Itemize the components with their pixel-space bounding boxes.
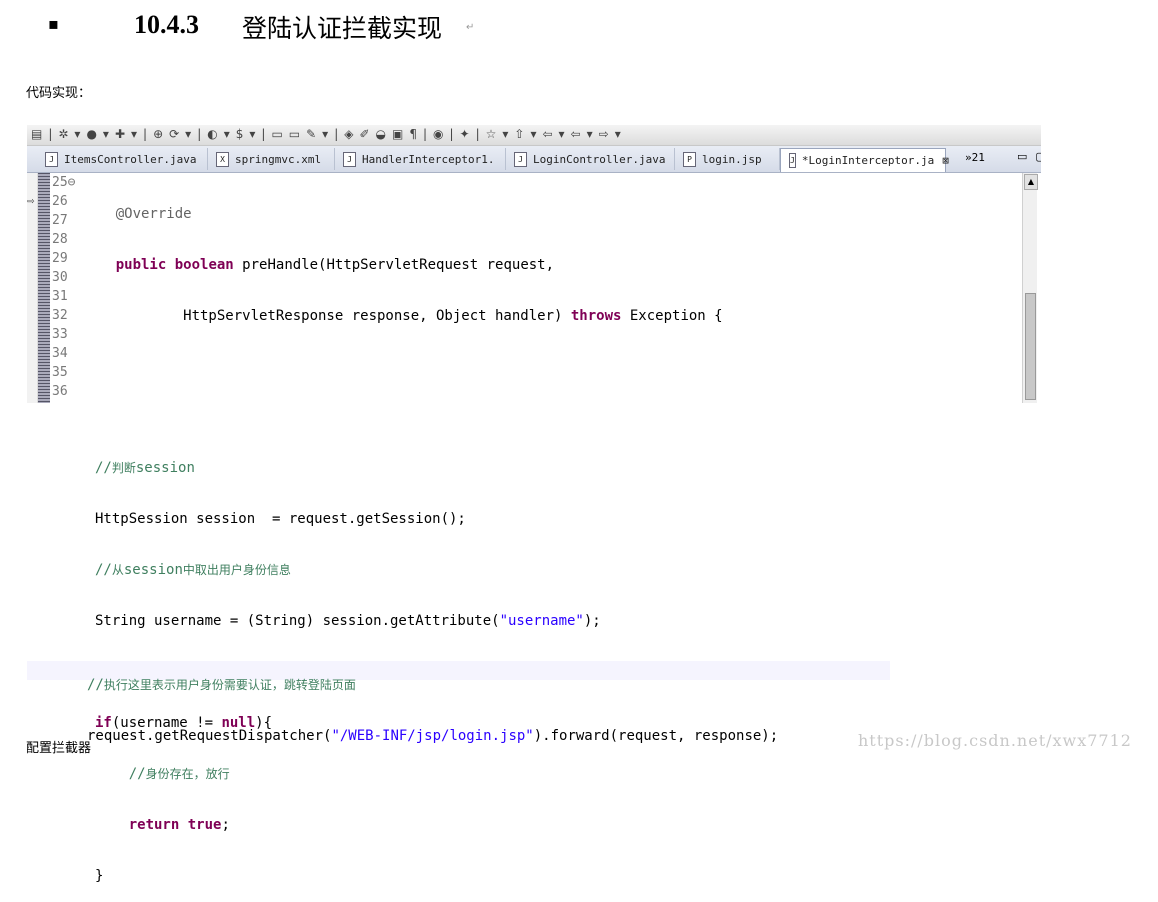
tab-login-jsp[interactable]: P login.jsp (675, 148, 780, 170)
intro-label: 代码实现： (26, 86, 92, 101)
override-marker-icon: ⇨ (27, 197, 35, 207)
heading-bullet: ▪ (48, 14, 59, 33)
java-file-icon: J (789, 153, 796, 168)
tab-login-interceptor[interactable]: J *LoginInterceptor.ja ⊠ (780, 148, 949, 172)
paragraph-mark-icon: ↵ (466, 22, 475, 33)
xml-file-icon: X (216, 151, 229, 167)
tab-label: login.jsp (702, 152, 762, 166)
tab-label: *LoginInterceptor.ja (801, 154, 935, 167)
java-file-icon: J (514, 151, 527, 167)
ide-toolbar: ▤|✲▾●▾✚▾|⊕⟳▾|◐▾$▾|▭▭✎▾|◈✐◒▣¶|◉|✦|☆▾⇧▾⇦▾⇦… (27, 125, 1041, 146)
code-line: HttpServletResponse response, Object han… (82, 308, 723, 324)
config-label: 配置拦截器 (26, 741, 92, 756)
vertical-scrollbar[interactable]: ▲ (1022, 173, 1038, 403)
editor-tab-bar: J ItemsController.java X springmvc.xml J… (27, 146, 1041, 173)
scroll-thumb[interactable] (1025, 293, 1036, 400)
code-line: //从session中取出用户身份信息 (95, 562, 291, 578)
code-editor[interactable]: ⇨ 25⊖ 26 27 28 29 30 31 32 33 34 35 36 @… (27, 173, 1041, 403)
java-file-icon: J (45, 151, 58, 167)
code-text[interactable]: @Override public boolean preHandle(HttpS… (82, 173, 723, 403)
tab-label: LoginController.java (533, 152, 666, 166)
java-file-icon: J (343, 151, 356, 167)
tab-overflow-button[interactable]: »21 (965, 151, 985, 164)
tab-label: ItemsController.java (64, 152, 197, 166)
jsp-file-icon: P (683, 151, 696, 167)
close-icon[interactable]: ⊠ (942, 154, 949, 167)
code-line: request.getRequestDispatcher("/WEB-INF/j… (87, 728, 779, 744)
code-line: //执行这里表示用户身份需要认证，跳转登陆页面 (87, 677, 356, 693)
code-line: String username = (String) session.getAt… (95, 613, 601, 629)
code-line: } (95, 868, 104, 884)
page-title: 登陆认证拦截实现 (242, 14, 443, 43)
tab-login-controller[interactable]: J LoginController.java (506, 148, 675, 170)
tab-label: springmvc.xml (235, 152, 322, 166)
code-line: HttpSession session = request.getSession… (95, 511, 466, 527)
ide-screenshot: ▤|✲▾●▾✚▾|⊕⟳▾|◐▾$▾|▭▭✎▾|◈✐◒▣¶|◉|✦|☆▾⇧▾⇦▾⇦… (27, 125, 1041, 403)
watermark: https://blog.csdn.net/xwx7712 (858, 731, 1132, 750)
code-line: //身份存在，放行 (128, 766, 230, 782)
tab-handler-interceptor[interactable]: J HandlerInterceptor1. (335, 148, 506, 170)
window-controls[interactable]: ▭▢ (1017, 150, 1041, 163)
code-line: return true; (128, 817, 230, 833)
code-line: @Override (115, 206, 192, 222)
tab-label: HandlerInterceptor1. (362, 152, 495, 166)
scroll-up-icon[interactable]: ▲ (1024, 174, 1038, 190)
toolbar-icons[interactable]: ▤|✲▾●▾✚▾|⊕⟳▾|◐▾$▾|▭▭✎▾|◈✐◒▣¶|◉|✦|☆▾⇧▾⇦▾⇦… (31, 127, 627, 141)
quick-diff-ruler (38, 173, 50, 403)
tab-springmvc-xml[interactable]: X springmvc.xml (208, 148, 335, 170)
heading-number: 10.4.3 (134, 10, 199, 39)
annotation-ruler: ⇨ (27, 173, 38, 403)
code-block-forward: //执行这里表示用户身份需要认证，跳转登陆页面 request.getReque… (87, 644, 778, 762)
code-line: //判断session (95, 460, 195, 476)
code-line: public boolean preHandle(HttpServletRequ… (115, 257, 555, 273)
tab-items-controller[interactable]: J ItemsController.java (37, 148, 208, 170)
